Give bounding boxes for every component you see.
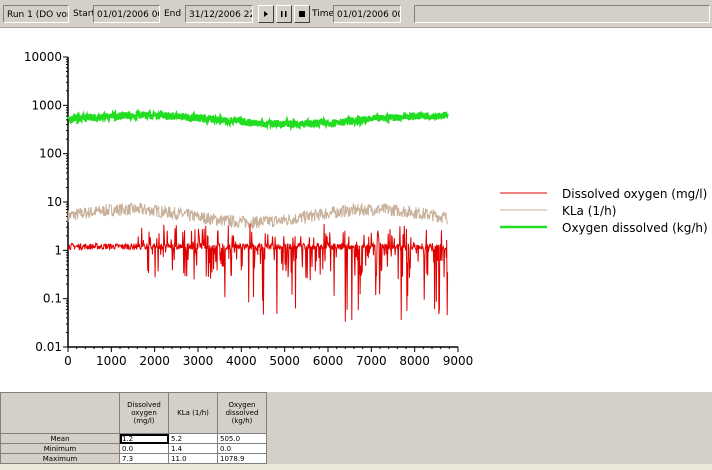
legend-label: Oxygen dissolved (kg/h): [562, 221, 708, 235]
table-cell[interactable]: 5.2: [168, 433, 218, 444]
x-tick-label: 2000: [139, 354, 170, 368]
table-cell[interactable]: 505.0: [217, 433, 267, 444]
stop-button[interactable]: [294, 5, 310, 23]
run-label: Run 1 (DO vorgeg: [7, 10, 68, 20]
play-button[interactable]: [258, 5, 274, 23]
legend-label: Dissolved oxygen (mg/l): [562, 187, 707, 201]
table-row: Maximum 7.3 11.0 1078.9: [0, 453, 267, 464]
y-tick-label: 1000: [31, 98, 62, 112]
y-tick-label: 10000: [24, 50, 62, 64]
play-icon: [264, 11, 268, 17]
series-line: [67, 223, 449, 322]
series-line: [67, 202, 449, 230]
table-cell[interactable]: 11.0: [168, 453, 218, 464]
x-tick-label: 8000: [399, 354, 430, 368]
x-tick-label: 5000: [269, 354, 300, 368]
status-field: [414, 5, 710, 23]
statistics-panel: Dissolved oxygen (mg/l) KLa (1/h) Oxygen…: [0, 392, 712, 470]
table-row: Minimum 0.0 1.4 0.0: [0, 443, 267, 454]
end-field[interactable]: 31/12/2006 22:00: [185, 5, 253, 23]
horizontal-scrollbar[interactable]: [0, 464, 712, 470]
column-header: Oxygen dissolved (kg/h): [217, 392, 267, 434]
table-cell[interactable]: 7.3: [119, 453, 169, 464]
start-field[interactable]: 01/01/2006 00:00: [93, 5, 160, 23]
start-label: Start: [73, 9, 95, 19]
table-cell[interactable]: 1.4: [168, 443, 218, 454]
series-line: [66, 108, 449, 132]
x-tick-label: 4000: [226, 354, 257, 368]
table-row: Mean 1.2 5.2 505.0: [0, 433, 267, 444]
toolbar: Run 1 (DO vorgeg Start 01/01/2006 00:00 …: [0, 0, 712, 28]
statistics-table: Dissolved oxygen (mg/l) KLa (1/h) Oxygen…: [0, 392, 267, 464]
x-tick-label: 1000: [96, 354, 127, 368]
row-label-maximum: Maximum: [0, 453, 120, 464]
row-label-minimum: Minimum: [0, 443, 120, 454]
column-header: Dissolved oxygen (mg/l): [119, 392, 169, 434]
table-cell[interactable]: 1.2: [119, 433, 169, 444]
table-corner: [0, 392, 120, 434]
run-selector[interactable]: Run 1 (DO vorgeg: [3, 5, 69, 23]
y-tick-label: 0.01: [35, 340, 62, 354]
y-tick-label: 100: [39, 147, 62, 161]
x-tick-label: 3000: [183, 354, 214, 368]
x-tick-label: 7000: [356, 354, 387, 368]
y-tick-label: 10: [47, 195, 62, 209]
time-field[interactable]: 01/01/2006 00:00: [333, 5, 401, 23]
x-tick-label: 0: [64, 354, 72, 368]
column-header: KLa (1/h): [168, 392, 218, 434]
y-tick-label: 1: [54, 243, 62, 257]
pause-button[interactable]: [276, 5, 292, 23]
row-label-mean: Mean: [0, 433, 120, 444]
table-cell[interactable]: 0.0: [217, 443, 267, 454]
time-label: Time: [312, 9, 335, 19]
pause-icon: [281, 11, 287, 17]
legend-label: KLa (1/h): [562, 204, 616, 218]
end-label: End: [164, 9, 182, 19]
table-cell[interactable]: 1078.9: [217, 453, 267, 464]
x-tick-label: 9000: [443, 354, 474, 368]
stop-icon: [299, 11, 305, 17]
table-cell[interactable]: 0.0: [119, 443, 169, 454]
line-chart: 0.01 0.1 1 10 100 1000 10000 0 1000 2000 3000 4000 5…: [24, 50, 708, 368]
x-tick-label: 6000: [313, 354, 344, 368]
y-tick-label: 0.1: [43, 292, 62, 306]
